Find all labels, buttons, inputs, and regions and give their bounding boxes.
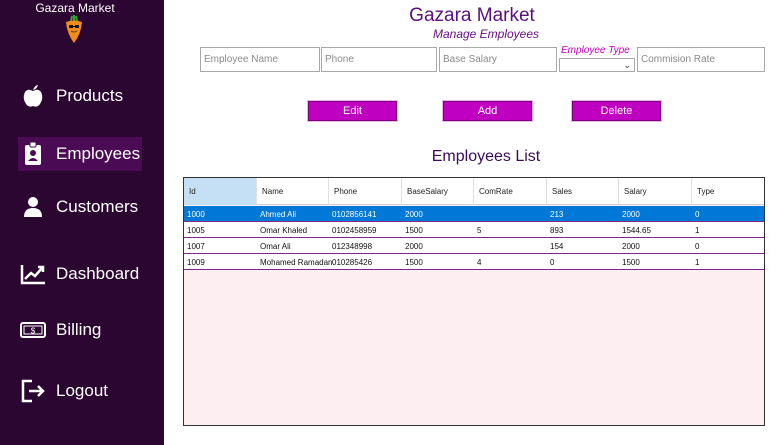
chevron-down-icon: ⌄	[623, 60, 631, 70]
sidebar-item-billing[interactable]: $ Billing	[18, 313, 142, 347]
logout-icon	[20, 378, 46, 404]
table-cell: Omar Ali	[260, 242, 291, 251]
carrot-logo-icon	[66, 15, 82, 43]
table-cell: 0	[695, 210, 700, 219]
table-cell: 2000	[622, 210, 640, 219]
table-cell: 1005	[187, 226, 205, 235]
employees-table[interactable]: Id Name Phone BaseSalary ComRate Sales S…	[183, 177, 765, 426]
sidebar: Gazara Market Products Employees Custome…	[0, 0, 164, 445]
add-button[interactable]: Add	[443, 101, 532, 121]
employee-name-input[interactable]	[200, 47, 320, 72]
table-cell: 2000	[405, 242, 423, 251]
table-cell: 5	[477, 226, 482, 235]
column-header-id[interactable]: Id	[184, 178, 257, 205]
sidebar-item-products[interactable]: Products	[18, 79, 142, 113]
edit-button[interactable]: Edit	[308, 101, 397, 121]
table-cell: 1500	[622, 258, 640, 267]
sidebar-item-employees[interactable]: Employees	[18, 137, 142, 171]
brand-title: Gazara Market	[35, 1, 115, 15]
main-panel: Gazara Market Manage Employees Employee …	[164, 0, 780, 445]
table-cell: 1500	[405, 226, 423, 235]
table-row[interactable]: 1007 Omar Ali 012348998 2000 154 2000 0	[184, 238, 764, 254]
table-cell: Ahmed Ali	[260, 210, 297, 219]
column-header-basesalary[interactable]: BaseSalary	[402, 178, 474, 205]
table-cell: Omar Khaled	[260, 226, 308, 235]
base-salary-input[interactable]	[439, 47, 557, 72]
sidebar-item-label: Dashboard	[56, 264, 140, 283]
employees-list-title: Employees List	[431, 148, 541, 165]
employee-type-label: Employee Type	[561, 45, 630, 56]
page-subtitle: Manage Employees	[432, 27, 540, 41]
column-header-comrate[interactable]: ComRate	[474, 178, 547, 205]
delete-button[interactable]: Delete	[572, 101, 661, 121]
apple-icon	[20, 83, 46, 109]
phone-input[interactable]	[321, 47, 437, 72]
brand: Gazara Market	[0, 0, 150, 15]
money-bill-icon: $	[20, 317, 46, 343]
table-cell: 0102856141	[332, 210, 377, 219]
table-row[interactable]: 1005 Omar Khaled 0102458959 1500 5 893 1…	[184, 222, 764, 238]
sidebar-item-dashboard[interactable]: Dashboard	[18, 257, 142, 291]
table-cell: 0	[695, 242, 700, 251]
table-cell: 2000	[622, 242, 640, 251]
table-cell: 0102458959	[332, 226, 377, 235]
table-cell: 0	[550, 258, 555, 267]
column-header-type[interactable]: Type	[692, 178, 764, 205]
table-cell: 010285426	[332, 258, 373, 267]
table-cell: 1500	[405, 258, 423, 267]
commission-rate-input[interactable]	[637, 47, 765, 72]
sidebar-item-label: Billing	[56, 320, 102, 339]
table-cell: 213	[550, 210, 564, 219]
user-icon	[20, 194, 46, 220]
table-cell: 1009	[187, 258, 205, 267]
sidebar-item-customers[interactable]: Customers	[18, 190, 142, 224]
table-cell: 012348998	[332, 242, 373, 251]
table-cell	[474, 206, 480, 222]
table-cell: 1	[695, 258, 700, 267]
table-cell: 154	[550, 242, 564, 251]
column-header-phone[interactable]: Phone	[329, 178, 402, 205]
column-header-name[interactable]: Name	[257, 178, 329, 205]
sidebar-item-logout[interactable]: Logout	[18, 374, 142, 408]
table-row[interactable]: 1000 Ahmed Ali 0102856141 2000 213 2000 …	[184, 206, 764, 222]
table-cell: 2000	[405, 210, 423, 219]
sidebar-item-label: Employees	[56, 144, 141, 163]
table-row[interactable]: 1009 Mohamed Ramadan 010285426 1500 4 0 …	[184, 254, 764, 270]
table-cell: Mohamed Ramadan	[260, 258, 333, 267]
svg-text:$: $	[31, 327, 36, 336]
table-cell: 1544.65	[622, 226, 651, 235]
sidebar-item-label: Customers	[56, 197, 139, 216]
table-cell: 1007	[187, 242, 205, 251]
table-cell	[474, 238, 480, 254]
table-cell: 893	[550, 226, 564, 235]
sidebar-item-label: Logout	[56, 381, 108, 400]
page-title: Gazara Market	[409, 5, 535, 26]
table-cell: 1000	[187, 210, 205, 219]
sidebar-item-label: Products	[56, 86, 124, 105]
table-cell: 4	[477, 258, 482, 267]
id-badge-icon	[20, 141, 46, 167]
employee-type-select[interactable]: ⌄	[559, 58, 635, 72]
chart-line-icon	[20, 261, 46, 287]
table-cell: 1	[695, 226, 700, 235]
column-header-sales[interactable]: Sales	[547, 178, 619, 205]
column-header-salary[interactable]: Salary	[619, 178, 692, 205]
table-header: Id Name Phone BaseSalary ComRate Sales S…	[184, 178, 764, 205]
